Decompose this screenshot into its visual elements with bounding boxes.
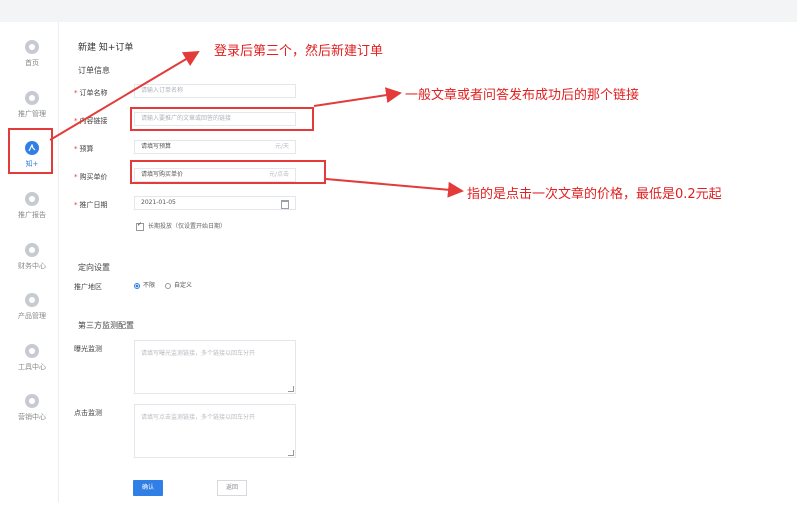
tools-icon [25, 344, 39, 358]
sidebar-item-label: 工具中心 [18, 363, 46, 371]
sidebar-item-product[interactable]: 产品管理 [6, 293, 58, 321]
sidebar-item-label: 营销中心 [18, 413, 46, 421]
home-icon [25, 40, 39, 54]
radio-unlimited[interactable] [134, 282, 140, 289]
sidebar-item-label: 财务中心 [18, 262, 46, 270]
date-label: * 推广日期 [74, 201, 108, 209]
region-radio-group[interactable]: 不限 自定义 [134, 280, 192, 289]
top-band [0, 0, 797, 22]
sidebar-item-home[interactable]: 首页 [6, 40, 58, 68]
calendar-icon [281, 200, 289, 209]
budget-input[interactable]: 请填写预算 元/天 [134, 140, 296, 154]
bid-label: * 购买单价 [74, 173, 108, 181]
report-icon [25, 192, 39, 206]
sidebar-item-finance[interactable]: 财务中心 [6, 243, 58, 271]
date-picker[interactable]: 2021-01-05 [134, 196, 296, 210]
sidebar: 首页 推广管理 知+ 推广报告 财务中心 产品管理 工具中心 营销中心 [6, 22, 59, 502]
finance-icon [25, 243, 39, 257]
section-targeting: 定向设置 [78, 263, 110, 272]
section-monitor: 第三方监测配置 [78, 321, 134, 330]
sidebar-item-label: 推广管理 [18, 110, 46, 118]
click-monitor-label: 点击监测 [74, 409, 102, 417]
content-link-highlight-box [130, 107, 314, 131]
section-order-info: 订单信息 [78, 66, 110, 75]
radio-custom[interactable] [164, 282, 171, 289]
back-button[interactable]: 返回 [217, 480, 247, 496]
order-name-input[interactable]: 请输入订单名称 [134, 84, 296, 98]
sidebar-item-label: 推广报告 [18, 211, 46, 219]
annotation-link: 一般文章或者问答发布成功后的那个链接 [405, 88, 640, 103]
annotation-step: 登录后第三个，然后新建订单 [214, 44, 384, 59]
long-term-checkbox[interactable]: 长期投放（仅设置开始日期） [136, 221, 226, 231]
content-link-label: * 内容链接 [74, 117, 108, 125]
bid-highlight-box [130, 160, 326, 184]
sidebar-item-report[interactable]: 推广报告 [6, 192, 58, 220]
exposure-monitor-label: 曝光监测 [74, 345, 102, 353]
zhiplus-highlight-box [8, 128, 53, 174]
click-monitor-textarea[interactable]: 请填写点击监测链接，多个链接以回车分开 [134, 404, 296, 458]
promotion-icon [25, 91, 39, 105]
sidebar-item-promotion[interactable]: 推广管理 [6, 91, 58, 119]
annotation-price: 指的是点击一次文章的价格，最低是0.2元起 [467, 187, 722, 202]
budget-label: * 预算 [74, 145, 94, 153]
sidebar-item-label: 首页 [25, 59, 39, 67]
region-label: 推广地区 [74, 283, 102, 291]
breadcrumb: 新建 知+订单 [78, 43, 134, 53]
exposure-monitor-textarea[interactable]: 请填写曝光监测链接，多个链接以回车分开 [134, 340, 296, 394]
product-icon [25, 293, 39, 307]
confirm-button[interactable]: 确认 [133, 480, 163, 496]
sidebar-item-label: 产品管理 [18, 312, 46, 320]
marketing-icon [25, 394, 39, 408]
sidebar-item-tools[interactable]: 工具中心 [6, 344, 58, 372]
checkbox-icon [136, 221, 144, 231]
sidebar-item-marketing[interactable]: 营销中心 [6, 394, 58, 422]
order-name-label: * 订单名称 [74, 89, 108, 97]
